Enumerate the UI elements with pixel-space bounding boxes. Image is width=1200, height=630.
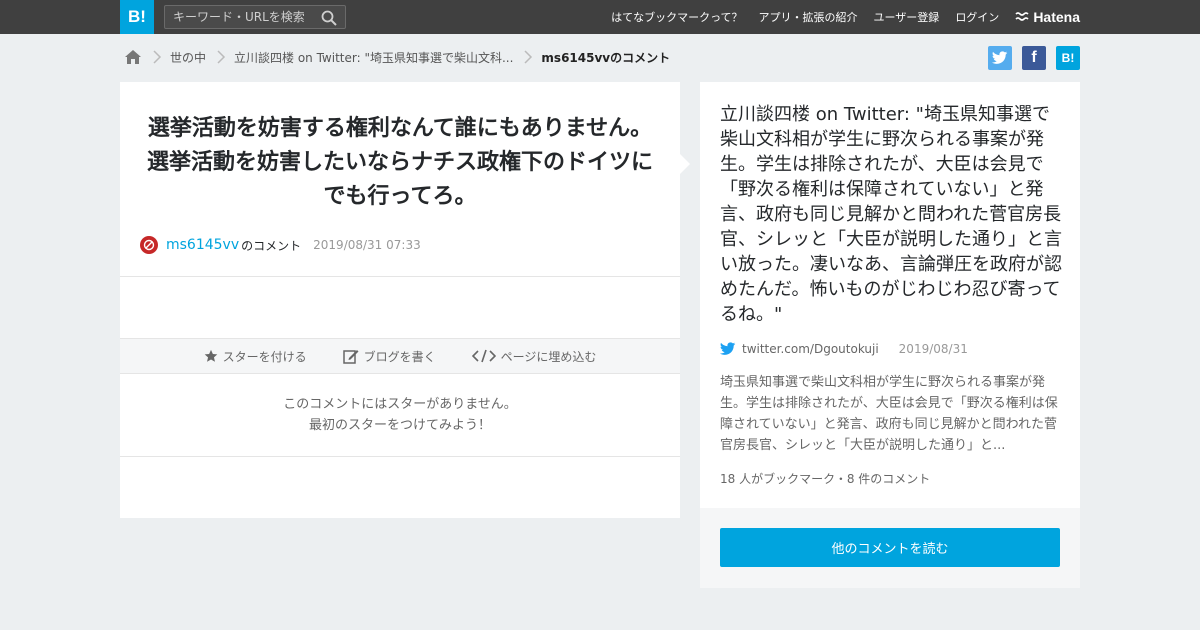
chevron-right-icon xyxy=(217,50,226,64)
hatena-bookmark-logo[interactable]: B! xyxy=(120,0,154,34)
search-input[interactable] xyxy=(165,6,315,28)
search-box[interactable] xyxy=(164,5,346,29)
avatar[interactable] xyxy=(140,236,158,254)
no-star-line-1: このコメントにはスターがありません。 xyxy=(283,397,517,412)
entry-title[interactable]: 立川談四楼 on Twitter: "埼玉県知事選で柴山文科相が学生に野次られる… xyxy=(720,102,1062,327)
twitter-share-button[interactable] xyxy=(988,46,1012,70)
write-blog-label: ブログを書く xyxy=(363,349,436,364)
comment-user-link[interactable]: ms6145vv xyxy=(166,237,239,253)
hatena-brand-label: Hatena xyxy=(1033,9,1080,25)
star-icon xyxy=(204,349,217,362)
divider xyxy=(120,276,680,277)
home-icon[interactable] xyxy=(124,49,142,65)
comment-date[interactable]: 2019/08/31 07:33 xyxy=(313,238,421,252)
embed-button[interactable]: ページに埋め込む xyxy=(471,348,597,365)
avatar-icon xyxy=(143,239,155,251)
nav-register[interactable]: ユーザー登録 xyxy=(874,9,940,25)
top-nav: はてなブックマークって？ アプリ・拡張の紹介 ユーザー登録 ログイン Haten… xyxy=(595,0,1080,34)
chevron-right-icon xyxy=(153,50,162,64)
nav-about[interactable]: はてなブックマークって？ xyxy=(611,9,742,25)
twitter-icon xyxy=(992,51,1008,64)
nav-apps[interactable]: アプリ・拡張の紹介 xyxy=(759,9,858,25)
no-star-message: このコメントにはスターがありません。 最初のスターをつけてみよう！ xyxy=(120,394,680,436)
comment-user-suffix: のコメント xyxy=(241,238,302,253)
nav-login[interactable]: ログイン xyxy=(955,9,999,25)
add-star-button[interactable]: スターを付ける xyxy=(204,348,307,365)
breadcrumb-current: ms6145vvのコメント xyxy=(541,50,671,65)
entry-counts[interactable]: 18 人がブックマーク・8 件のコメント xyxy=(720,470,930,487)
hatena-brand-icon xyxy=(1015,12,1029,21)
divider xyxy=(120,456,680,457)
write-blog-button[interactable]: ブログを書く xyxy=(342,348,436,365)
comment-card: 選挙活動を妨害する権利なんて誰にもありません。選挙活動を妨害したいならナチス政権… xyxy=(120,82,690,518)
search-icon[interactable] xyxy=(321,10,337,26)
entry-date: 2019/08/31 xyxy=(898,342,968,356)
entry-card: 立川談四楼 on Twitter: "埼玉県知事選で柴山文科相が学生に野次られる… xyxy=(700,82,1080,508)
no-star-line-2: 最初のスターをつけてみよう！ xyxy=(308,418,491,433)
hatena-share-button[interactable]: B! xyxy=(1056,46,1080,70)
facebook-share-button[interactable]: f xyxy=(1022,46,1046,70)
share-buttons: f B! xyxy=(978,46,1080,70)
entry-card-footer: 他のコメントを読む xyxy=(700,508,1080,588)
entry-source-domain[interactable]: twitter.com/Dgoutokuji xyxy=(742,342,879,356)
breadcrumb-entry[interactable]: 立川談四楼 on Twitter: "埼玉県知事選で柴山文科... xyxy=(234,49,513,66)
comment-text: 選挙活動を妨害する権利なんて誰にもありません。選挙活動を妨害したいならナチス政権… xyxy=(146,116,653,209)
entry-summary: 埼玉県知事選で柴山文科相が学生に野次られる事案が発生。学生は排除されたが、大臣は… xyxy=(720,375,1058,453)
comment-actions: スターを付ける ブログを書く ページに埋め込む xyxy=(120,338,680,374)
twitter-icon xyxy=(720,342,736,355)
chevron-right-icon xyxy=(524,50,533,64)
top-bar: B! はてなブックマークって？ アプリ・拡張の紹介 ユーザー登録 ログイン Ha… xyxy=(0,0,1200,34)
entry-source: twitter.com/Dgoutokuji 2019/08/31 xyxy=(720,342,968,356)
edit-icon xyxy=(342,349,359,364)
hatena-brand-link[interactable]: Hatena xyxy=(1015,9,1080,25)
comment-meta: ms6145vv のコメント 2019/08/31 07:33 xyxy=(140,236,421,254)
breadcrumb-category[interactable]: 世の中 xyxy=(170,49,206,66)
read-other-comments-button[interactable]: 他のコメントを読む xyxy=(720,528,1060,567)
breadcrumb: 世の中 立川談四楼 on Twitter: "埼玉県知事選で柴山文科... ms… xyxy=(124,46,670,68)
code-icon xyxy=(471,349,496,363)
embed-label: ページに埋め込む xyxy=(500,349,597,364)
add-star-label: スターを付ける xyxy=(222,349,307,364)
